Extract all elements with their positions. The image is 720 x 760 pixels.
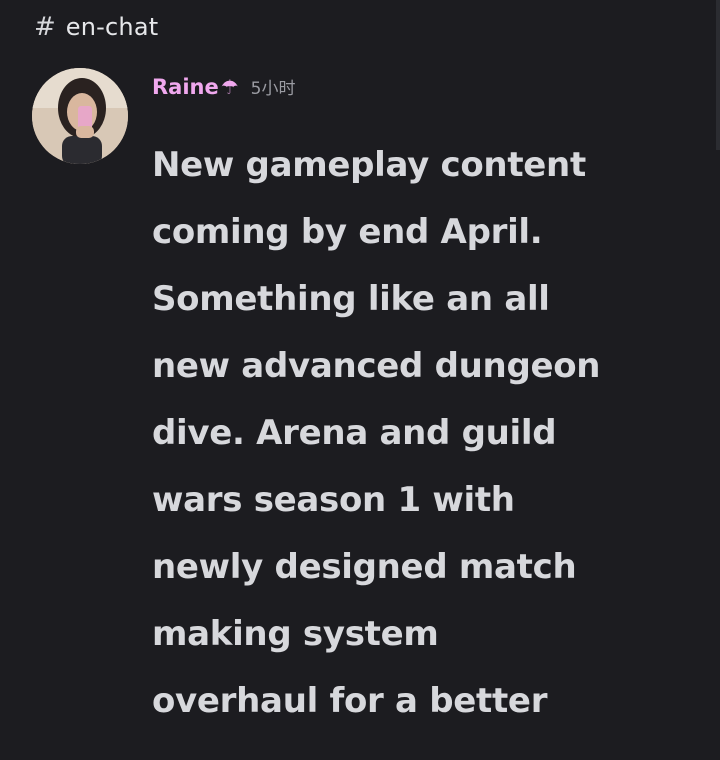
umbrella-icon: ☂	[220, 75, 239, 99]
channel-header[interactable]: # en-chat	[34, 10, 158, 44]
message-content: New gameplay content coming by end April…	[152, 145, 601, 721]
message-timestamp: 5小时	[250, 79, 296, 99]
author-name[interactable]: Raine	[152, 75, 219, 99]
author-name-group[interactable]: Raine ☂	[152, 75, 239, 99]
message-header: Raine ☂ 5小时	[152, 74, 296, 99]
hash-icon: #	[34, 12, 56, 42]
avatar-photo	[32, 68, 128, 164]
channel-name: en-chat	[65, 13, 159, 41]
scrollbar[interactable]	[716, 0, 720, 150]
avatar[interactable]	[32, 68, 128, 164]
